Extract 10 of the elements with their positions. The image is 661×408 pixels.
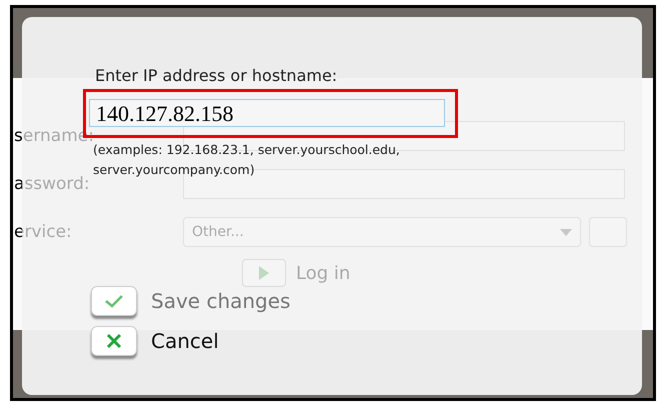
prompt-label: Enter IP address or hostname: — [95, 65, 338, 87]
cancel-button[interactable]: Cancel — [91, 326, 642, 356]
close-icon — [105, 332, 123, 348]
ip-address-field[interactable]: 140.127.82.158 — [89, 99, 445, 127]
field-label: assword: — [14, 174, 90, 194]
field-label: sername: — [14, 126, 94, 146]
hint-text: (examples: 192.168.23.1, server.yourschool.edu, server.yourcompany.com) — [93, 140, 401, 179]
checkmark-icon — [103, 292, 125, 308]
field-label: ervice: — [14, 222, 72, 242]
dropdown-value: Other... — [192, 222, 244, 242]
